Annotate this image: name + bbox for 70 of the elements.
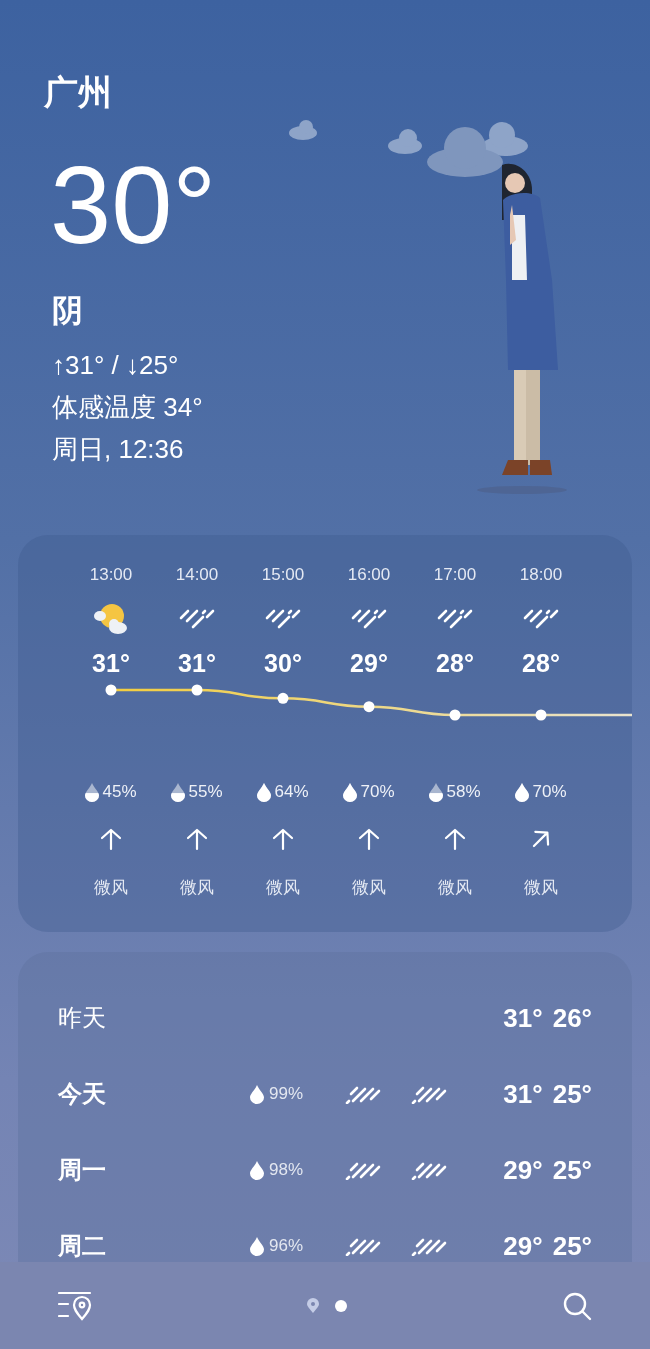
low-temperature: 25° [552,1078,592,1110]
hour-time: 18:00 [519,565,563,585]
temperature-point [449,709,461,721]
temperature-point [105,684,117,696]
current-temperature: 30° [50,150,217,260]
temperature-point [535,709,547,721]
low-temperature: 25° [552,1230,592,1262]
rain-icon [345,1236,381,1256]
high-temperature: 29° [503,1230,543,1262]
low-temperature: 26° [552,1002,592,1034]
location-page-indicator[interactable] [307,1298,319,1313]
rain-icon [411,1084,447,1104]
hour-time: 16:00 [347,565,391,585]
hour-temperature: 30° [264,649,302,678]
hour-temperature: 29° [350,649,388,678]
wind-strength: 微风 [352,877,386,899]
city-name: 广州 [44,72,112,113]
day-label: 昨天 [58,1003,107,1033]
high-low-temperature: ↑31° / ↓25° [52,349,179,382]
hour-time: 14:00 [175,565,219,585]
sun-cloud-icon [92,601,130,635]
rain-icon [345,1084,381,1104]
humidity-percent: 58% [446,782,481,802]
hour-time: 17:00 [433,565,477,585]
precipitation-chance: 99% [269,1084,304,1104]
wind-strength: 微风 [438,877,472,899]
high-temperature: 31° [503,1002,543,1034]
search-icon[interactable] [562,1290,592,1321]
humidity-percent: 70% [532,782,567,802]
precipitation-chance: 98% [269,1160,304,1180]
wind-strength: 微风 [94,877,128,899]
temperature-point [363,701,375,713]
location-list-icon[interactable] [58,1290,92,1321]
day-label: 周一 [58,1155,107,1185]
raindrop-icon [250,1084,264,1104]
hour-temperature: 28° [522,649,560,678]
wind-strength: 微风 [524,877,558,899]
rain-icon [411,1160,447,1180]
humidity-percent: 55% [188,782,223,802]
rain-icon [345,1160,381,1180]
feels-like-temperature: 体感温度 34° [52,391,203,424]
day-label: 今天 [58,1079,107,1109]
high-temperature: 31° [503,1078,543,1110]
wind-strength: 微风 [266,877,300,899]
rain-icon [523,607,559,629]
high-temperature: 29° [503,1154,543,1186]
precipitation-chance: 96% [269,1236,304,1256]
temperature-point [277,692,289,704]
weather-condition: 阴 [52,292,83,330]
hour-time: 13:00 [89,565,133,585]
wind-strength: 微风 [180,877,214,899]
low-temperature: 25° [552,1154,592,1186]
hour-temperature: 31° [92,649,130,678]
raindrop-icon [250,1236,264,1256]
hour-temperature: 28° [436,649,474,678]
rain-icon [411,1236,447,1256]
humidity-percent: 70% [360,782,395,802]
rain-icon [351,607,387,629]
rain-icon [179,607,215,629]
raindrop-icon [250,1160,264,1180]
rain-icon [265,607,301,629]
temperature-point [191,684,203,696]
date-time: 周日, 12:36 [52,433,184,466]
hour-time: 15:00 [261,565,305,585]
page-indicator-dot[interactable] [335,1299,347,1312]
humidity-percent: 64% [274,782,309,802]
humidity-percent: 45% [102,782,137,802]
rain-icon [437,607,473,629]
hour-temperature: 31° [178,649,216,678]
day-label: 周二 [58,1231,107,1261]
